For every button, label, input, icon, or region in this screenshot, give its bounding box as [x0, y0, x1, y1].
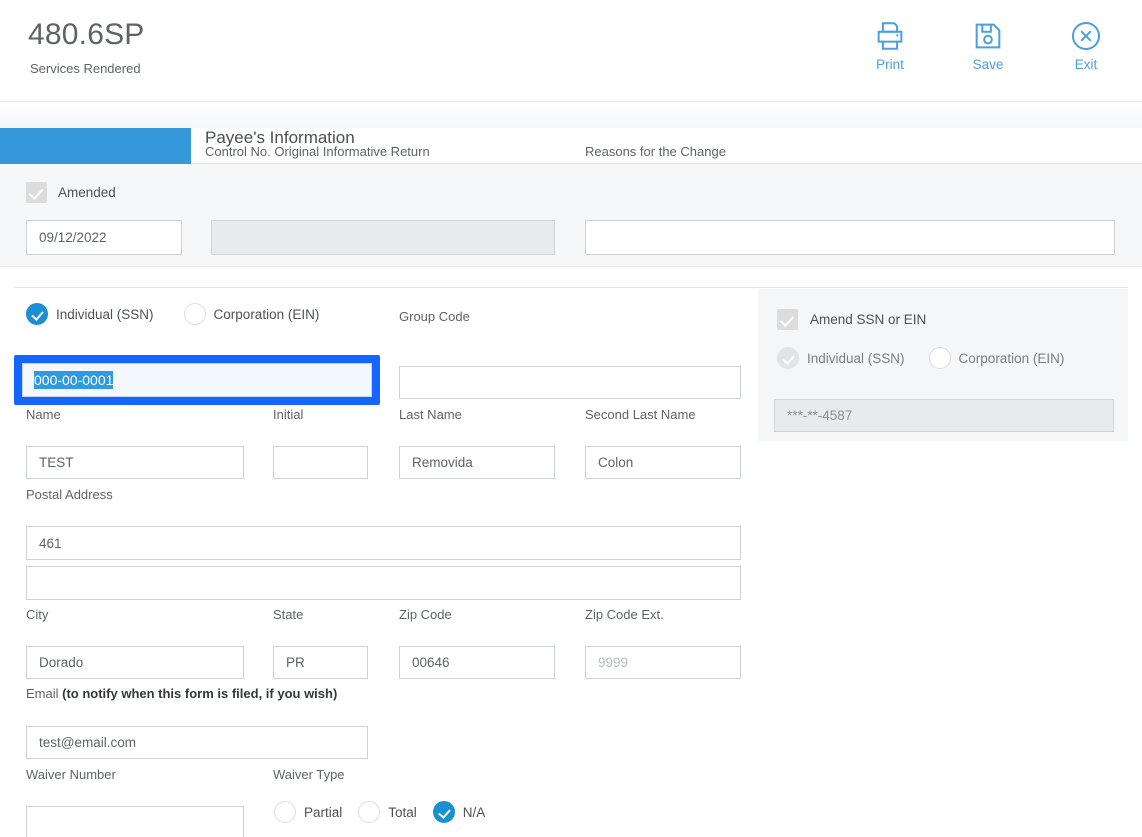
column-header-reasons: Reasons for the Change	[585, 144, 726, 159]
exit-button[interactable]: Exit	[1052, 17, 1120, 72]
postal-address-label: Postal Address	[26, 487, 113, 502]
checkbox-amend-ssn-or-ein	[777, 309, 798, 330]
radio-amend-individual-ssn-label: Individual (SSN)	[807, 350, 905, 366]
state-label: State	[273, 607, 304, 622]
postal-address-line2-input[interactable]	[26, 566, 741, 600]
state-input[interactable]	[273, 646, 368, 679]
zip-code-ext-input[interactable]	[585, 646, 741, 679]
amend-ssn-panel: Amend SSN or EIN Individual (SSN) Corpor…	[758, 289, 1128, 441]
radio-waiver-total-label: Total	[388, 804, 417, 820]
radio-amend-corporation-ein-marker	[928, 347, 951, 369]
waiver-number-label: Waiver Number	[26, 767, 116, 782]
city-input[interactable]	[26, 646, 244, 679]
radio-amend-individual-ssn: Individual (SSN)	[777, 347, 905, 369]
print-button-label: Print	[876, 57, 904, 72]
radio-waiver-total[interactable]: Total	[358, 801, 417, 823]
last-name-input[interactable]	[399, 446, 555, 479]
zip-code-input[interactable]	[399, 646, 555, 679]
ssn-input-value: 000-00-0001	[34, 371, 114, 389]
amended-label: Amended	[58, 185, 116, 200]
postal-address-line1-input[interactable]	[26, 526, 741, 560]
radio-corporation-ein[interactable]: Corporation (EIN)	[183, 303, 320, 325]
header-strip	[0, 102, 1142, 128]
radio-amend-corporation-ein: Corporation (EIN)	[928, 347, 1065, 369]
tab-payee-information[interactable]	[0, 128, 191, 164]
page-title: 480.6SP	[28, 18, 145, 51]
group-code-input[interactable]	[399, 366, 741, 399]
radio-waiver-na-label: N/A	[462, 804, 486, 820]
last-name-label: Last Name	[399, 407, 462, 422]
save-button-label: Save	[972, 57, 1004, 72]
checkbox-amended[interactable]	[26, 182, 47, 203]
floppy-disk-icon	[954, 17, 1022, 53]
initial-label: Initial	[273, 407, 304, 422]
amend-ssn-checkbox-row: Amend SSN or EIN	[777, 309, 926, 330]
radio-corporation-ein-marker	[183, 303, 206, 325]
app-header: 480.6SP Services Rendered Print Save Exi…	[0, 0, 1142, 102]
ssn-input[interactable]: 000-00-0001	[22, 363, 372, 397]
waiver-type-label: Waiver Type	[273, 767, 345, 782]
print-button[interactable]: Print	[856, 17, 924, 72]
amended-date-input[interactable]	[26, 220, 182, 255]
form-page: 480.6SP Services Rendered Print Save Exi…	[0, 0, 1142, 837]
zip-code-ext-label: Zip Code Ext.	[585, 607, 664, 622]
printer-icon	[856, 17, 924, 53]
exit-button-label: Exit	[1074, 57, 1098, 72]
radio-waiver-partial-marker	[274, 801, 296, 823]
amended-checkbox-row[interactable]: Amended	[26, 182, 116, 203]
radio-individual-ssn-marker	[26, 303, 48, 325]
email-input[interactable]	[26, 726, 368, 759]
email-label: Email (to notify when this form is filed…	[26, 686, 337, 701]
save-button[interactable]: Save	[954, 17, 1022, 72]
second-last-name-input[interactable]	[585, 446, 741, 479]
radio-waiver-partial[interactable]: Partial	[274, 801, 342, 823]
radio-individual-ssn[interactable]: Individual (SSN)	[26, 303, 154, 325]
tab-bar: Payee's Information Control No. Original…	[0, 128, 1142, 164]
amend-entity-radio-group: Individual (SSN) Corporation (EIN)	[777, 347, 1064, 369]
waiver-type-radio-group: Partial Total N/A	[274, 801, 485, 823]
waiver-number-input[interactable]	[26, 806, 244, 837]
city-label: City	[26, 607, 49, 622]
radio-waiver-na-marker	[432, 801, 455, 823]
email-label-note: (to notify when this form is filed, if y…	[62, 686, 338, 701]
reasons-for-change-input[interactable]	[585, 220, 1115, 255]
initial-input[interactable]	[273, 446, 368, 479]
header-actions: Print Save Exit	[856, 17, 1120, 72]
entity-type-radio-group: Individual (SSN) Corporation (EIN)	[26, 303, 319, 325]
ssn-input-focus-ring: 000-00-0001	[14, 355, 380, 405]
amend-ssn-label: Amend SSN or EIN	[810, 312, 927, 327]
radio-waiver-na[interactable]: N/A	[432, 801, 486, 823]
radio-corporation-ein-label: Corporation (EIN)	[213, 306, 320, 322]
control-no-input	[211, 220, 555, 255]
radio-individual-ssn-label: Individual (SSN)	[56, 306, 154, 322]
page-subtitle: Services Rendered	[30, 61, 141, 76]
radio-amend-corporation-ein-label: Corporation (EIN)	[958, 350, 1065, 366]
radio-waiver-partial-label: Partial	[304, 804, 343, 820]
radio-amend-individual-ssn-marker	[777, 347, 799, 369]
email-label-plain: Email	[26, 686, 63, 701]
name-input[interactable]	[26, 446, 244, 479]
zip-code-label: Zip Code	[399, 607, 452, 622]
amend-masked-id-input	[774, 399, 1114, 432]
radio-waiver-total-marker	[358, 801, 381, 823]
name-label: Name	[26, 407, 61, 422]
second-last-name-label: Second Last Name	[585, 407, 696, 422]
column-header-control-no: Control No. Original Informative Return	[205, 144, 430, 159]
section-divider	[14, 287, 1128, 288]
close-circle-icon	[1052, 17, 1120, 53]
group-code-label: Group Code	[399, 309, 470, 324]
